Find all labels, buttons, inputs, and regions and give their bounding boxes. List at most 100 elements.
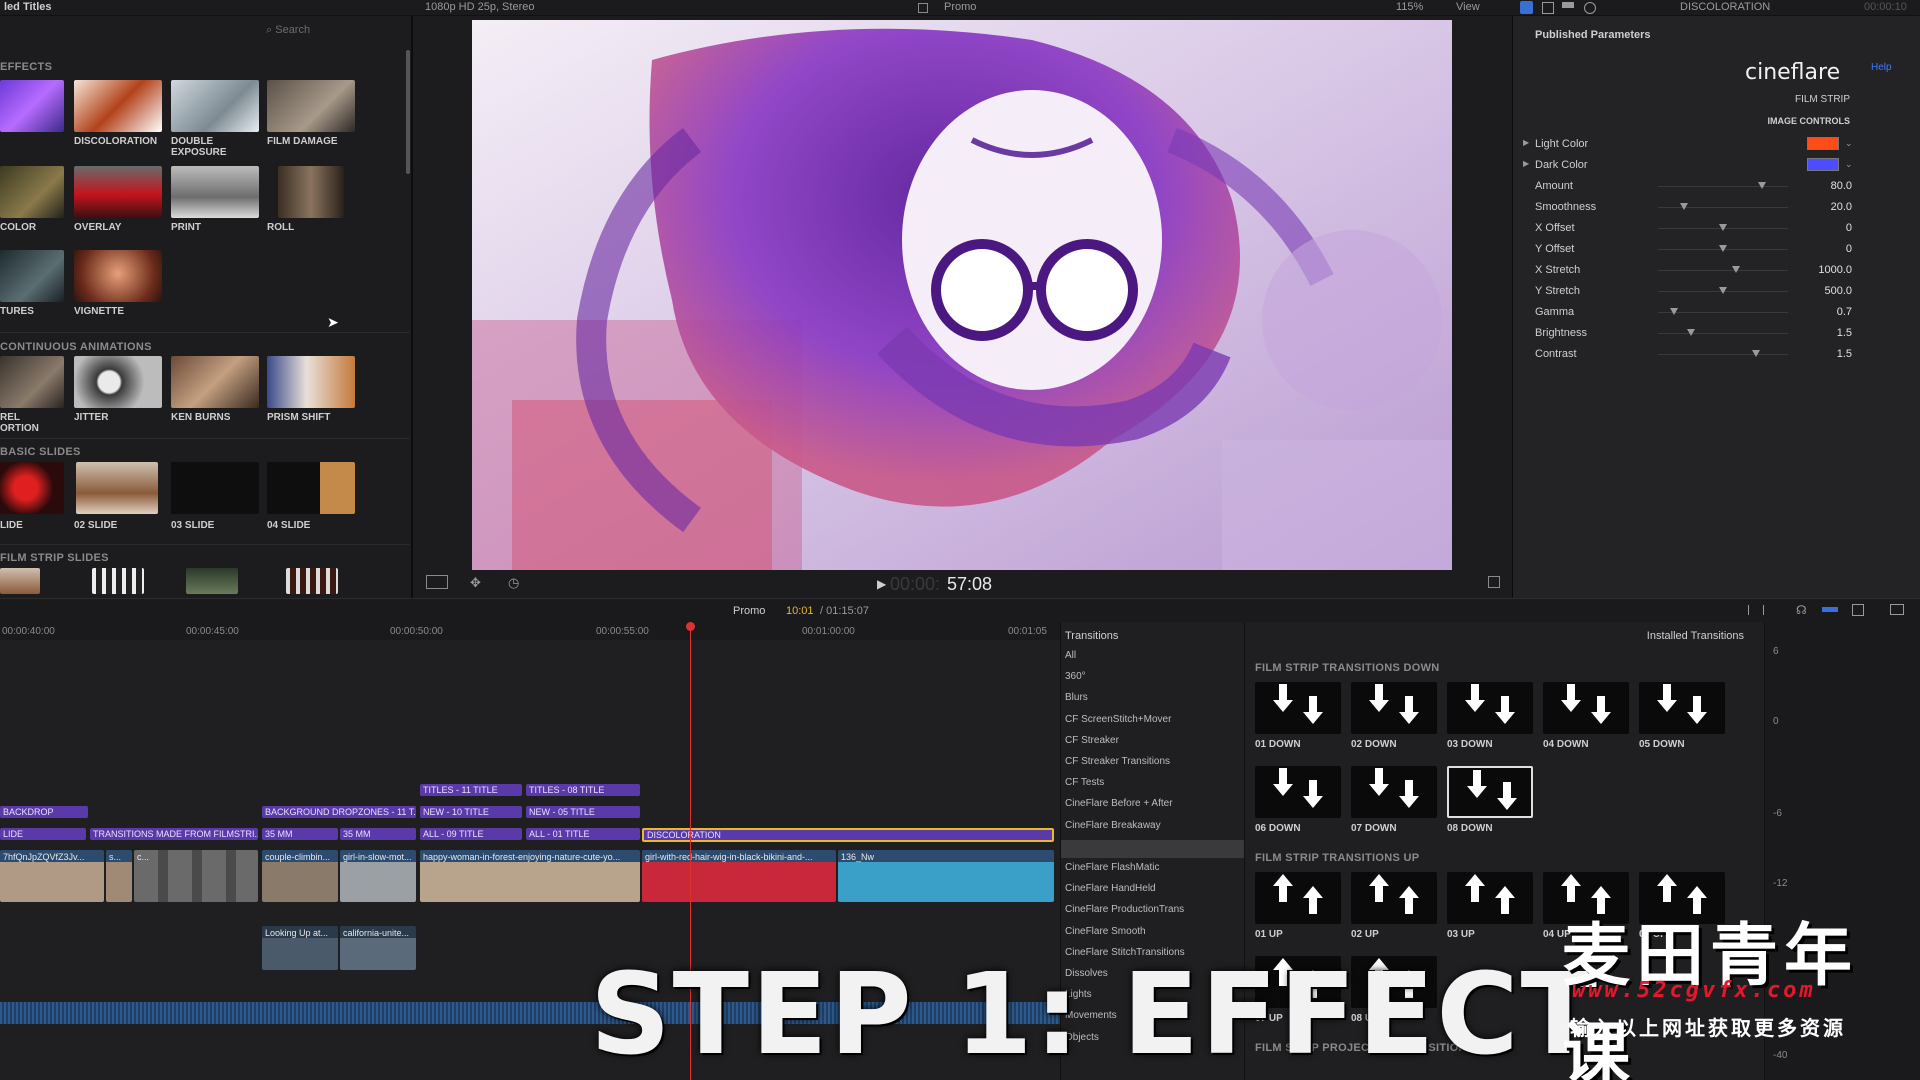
param-slider-track[interactable] [1658, 354, 1788, 355]
param-value[interactable]: 80.0 [1831, 180, 1852, 192]
title-clip[interactable]: 35 MM [262, 828, 338, 840]
viewer-options-icon[interactable] [426, 575, 448, 589]
effect-thumb[interactable] [0, 568, 40, 594]
effect-thumb[interactable] [186, 568, 238, 594]
video-clip[interactable]: girl-with-red-hair-wig-in-black-bikini-a… [642, 850, 836, 902]
browser-toggle-icon[interactable] [1890, 604, 1904, 615]
effect-thumb-double-exposure[interactable] [171, 80, 259, 132]
category-item[interactable]: CF ScreenStitch+Mover [1065, 714, 1171, 725]
title-clip[interactable]: ALL - 09 TITLE [420, 828, 522, 840]
discoloration-effect-clip[interactable]: DISCOLORATION [642, 828, 1054, 842]
effect-thumb-prism-shift[interactable] [267, 356, 355, 408]
effect-thumb-ken-burns[interactable] [171, 356, 259, 408]
down-arrow-transition-thumb[interactable] [1543, 682, 1629, 734]
playhead-handle[interactable] [686, 622, 695, 631]
audio-inspector-icon[interactable] [1542, 2, 1554, 14]
param-slider-knob[interactable] [1686, 329, 1695, 336]
category-item[interactable]: CineFlare HandHeld [1065, 883, 1156, 894]
info-icon[interactable] [1584, 2, 1596, 14]
down-arrow-transition-thumb[interactable] [1351, 766, 1437, 818]
title-clip[interactable]: TITLES - 11 TITLE [420, 784, 522, 796]
timeline-ruler[interactable]: 00:00:40:00 00:00:45:00 00:00:50:00 00:0… [0, 622, 1060, 640]
category-item[interactable]: 360° [1065, 671, 1086, 682]
category-item[interactable]: CineFlare Breakaway [1065, 820, 1161, 831]
search-input[interactable]: ⌕ Search [266, 24, 406, 42]
chevron-down-icon[interactable]: ⌄ [1845, 138, 1853, 149]
param-value[interactable]: 1.5 [1837, 327, 1852, 339]
installed-transitions-menu[interactable]: Installed Transitions [1647, 630, 1744, 642]
effect-thumb-print[interactable] [171, 166, 259, 218]
param-slider-knob[interactable] [1732, 266, 1740, 273]
view-menu[interactable]: View [1456, 1, 1480, 13]
chevron-down-icon[interactable]: ⌄ [1845, 159, 1853, 170]
category-item[interactable]: CF Tests [1065, 777, 1104, 788]
speed-icon[interactable]: ◷ [508, 575, 519, 591]
effect-thumb-distortion[interactable] [0, 356, 64, 408]
down-arrow-transition-thumb[interactable] [1351, 682, 1437, 734]
effect-thumb[interactable] [92, 568, 144, 594]
effect-thumb-discoloration[interactable] [74, 80, 162, 132]
down-arrow-transition-thumb[interactable] [1447, 766, 1533, 818]
headphones-icon[interactable]: ☊ [1796, 603, 1807, 617]
effect-thumb[interactable] [286, 568, 338, 594]
param-value[interactable]: 0 [1846, 222, 1852, 234]
param-slider-knob[interactable] [1719, 287, 1727, 294]
category-item[interactable]: All [1065, 650, 1076, 661]
down-arrow-transition-thumb[interactable] [1447, 682, 1533, 734]
title-clip[interactable]: BACKDROP [0, 806, 88, 818]
param-slider-track[interactable] [1658, 270, 1788, 271]
effect-thumb-roll[interactable] [278, 166, 344, 218]
category-item[interactable]: CF Streaker [1065, 735, 1119, 746]
browser-scrollbar[interactable] [406, 50, 410, 174]
category-item[interactable]: CineFlare ProductionTrans [1065, 904, 1184, 915]
down-arrow-transition-thumb[interactable] [1255, 766, 1341, 818]
title-clip[interactable]: NEW - 10 TITLE [420, 806, 522, 818]
light-color-swatch[interactable] [1807, 137, 1839, 150]
title-clip[interactable]: ALL - 01 TITLE [526, 828, 640, 840]
param-slider-knob[interactable] [1669, 308, 1678, 315]
param-value[interactable]: 0 [1846, 243, 1852, 255]
effect-thumb-vignette[interactable] [74, 250, 162, 302]
param-slider-knob[interactable] [1758, 182, 1766, 189]
skimming-icon[interactable] [1748, 605, 1764, 615]
param-slider-track[interactable] [1658, 333, 1788, 334]
param-slider-knob[interactable] [1680, 203, 1688, 210]
title-clip[interactable]: BACKGROUND DROPZONES - 11 T... [262, 806, 416, 818]
effect-thumb-slide[interactable] [0, 462, 64, 514]
title-clip[interactable]: TRANSITIONS MADE FROM FILMSTRI... [90, 828, 258, 840]
video-clip[interactable]: Looking Up at... [262, 926, 338, 970]
up-arrow-transition-thumb[interactable] [1447, 872, 1533, 924]
title-clip[interactable]: TITLES - 08 TITLE [526, 784, 640, 796]
effect-thumb-03-slide[interactable] [171, 462, 259, 514]
title-clip[interactable]: LIDE [0, 828, 86, 840]
help-link[interactable]: Help [1871, 62, 1892, 73]
video-clip[interactable]: 136_Nw [838, 850, 1054, 902]
param-slider-knob[interactable] [1719, 224, 1727, 231]
video-clip[interactable]: girl-in-slow-mot... [340, 850, 416, 902]
effect-thumb-color[interactable] [0, 166, 64, 218]
video-clip[interactable]: california-unite... [340, 926, 416, 970]
title-clip[interactable]: 35 MM [340, 828, 416, 840]
param-value[interactable]: 500.0 [1824, 285, 1852, 297]
effect-thumb-film-damage[interactable] [267, 80, 355, 132]
effect-thumb-02-slide[interactable] [76, 462, 158, 514]
effect-thumb-jitter[interactable] [74, 356, 162, 408]
category-item[interactable]: CineFlare Before + After [1065, 798, 1173, 809]
up-arrow-transition-thumb[interactable] [1351, 872, 1437, 924]
video-clip[interactable]: 7hfQnJpZQVfZ3Jv... [0, 850, 104, 902]
category-item[interactable]: CF Streaker Transitions [1065, 756, 1170, 767]
param-slider-track[interactable] [1658, 207, 1788, 208]
zoom-menu[interactable]: 115% [1396, 1, 1423, 13]
audio-skimming-icon[interactable] [1822, 607, 1838, 612]
effect-thumb-04-slide[interactable] [267, 462, 355, 514]
fullscreen-icon[interactable] [1488, 576, 1500, 588]
clip-appearance-icon[interactable] [1852, 604, 1864, 616]
param-value[interactable]: 20.0 [1831, 201, 1852, 213]
play-icon[interactable]: ▶ [877, 577, 886, 591]
param-value[interactable]: 1.5 [1837, 348, 1852, 360]
disclosure-triangle-icon[interactable]: ▶ [1523, 159, 1529, 168]
library-title[interactable]: led Titles [4, 1, 51, 13]
down-arrow-transition-thumb[interactable] [1639, 682, 1725, 734]
effect-thumb-textures[interactable] [0, 250, 64, 302]
video-clip[interactable]: c... [134, 850, 258, 902]
